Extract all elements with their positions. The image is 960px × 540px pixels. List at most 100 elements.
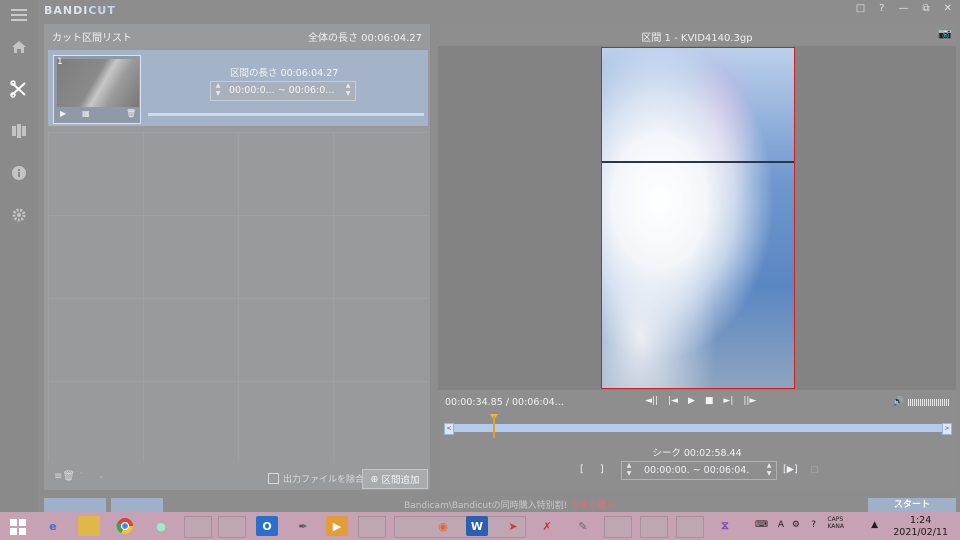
segment-thumbnail[interactable]: 1 ▶ ▦ 🗑	[53, 55, 141, 124]
next-segment-icon[interactable]: ||►	[743, 396, 756, 406]
promo-notice[interactable]: Bandicam\Bandicutの同時購入特別割! 今すぐ購入	[404, 498, 615, 511]
segment-index: 1	[57, 57, 63, 67]
set-end-icon[interactable]: ]	[600, 464, 604, 475]
segment-range-text: 00:00:0... ~ 00:06:0...	[229, 85, 335, 96]
firefox-icon[interactable]: ◉	[432, 516, 454, 536]
title-bar: BANDICUT □ ? — ⧉ ✕	[38, 0, 960, 22]
photos-icon[interactable]	[358, 516, 386, 538]
playback-row: 00:00:34.85 / 00:06:04... ◄|| |◄ ▶ ■ ►| …	[438, 394, 956, 410]
clock-date: 2021/02/11	[893, 527, 948, 538]
folder-icon[interactable]: □	[856, 3, 865, 14]
ime-icon[interactable]: ⚙	[792, 520, 800, 530]
play-segment-icon[interactable]: [▶]	[783, 464, 798, 475]
clock[interactable]: 1:24 2021/02/11	[893, 515, 948, 539]
delete-all-icon[interactable]: ≡🗑	[54, 471, 75, 482]
windows-taskbar: e ● O ✒ ▶ ◉ W ➤ ✗ ✎ ⧖ ⌨ A ⚙ ? CAPS KANA ▲…	[0, 512, 960, 540]
cut-icon[interactable]	[9, 79, 29, 99]
chrome-icon[interactable]	[114, 516, 136, 536]
pen-icon[interactable]: ✒	[292, 516, 314, 536]
end-spinner[interactable]: ▲ ▼	[343, 82, 353, 100]
segment-row[interactable]: 1 ▶ ▦ 🗑 区間の長さ 00:06:04.27 ▲ ▼ 00:00:0... …	[48, 50, 428, 126]
checkbox-box[interactable]	[268, 473, 279, 484]
timeline-end-handle[interactable]: >	[942, 423, 952, 435]
total-length: 全体の長さ 00:06:04.27	[308, 33, 422, 44]
paint-icon[interactable]: ●	[150, 516, 172, 536]
play-icon[interactable]: ▶	[688, 396, 695, 406]
file-explorer-icon[interactable]	[78, 516, 100, 536]
timeline-bar[interactable]: < >	[444, 423, 952, 435]
help-tray-icon[interactable]: ?	[811, 520, 816, 530]
image-viewer-icon[interactable]	[640, 516, 668, 538]
move-up-icon[interactable]: ⌃	[78, 471, 85, 480]
clock-time: 1:24	[909, 515, 932, 526]
range-row: [ ] ▲ ▼ 00:00:00. ~ 00:06:04. ▲ ▼ [▶] ▢	[438, 461, 956, 480]
edit-icon[interactable]: ✎	[572, 516, 594, 536]
snipping-tool-icon[interactable]	[184, 516, 212, 538]
settings-icon[interactable]	[9, 205, 29, 225]
plus-circle-icon: ⊕	[370, 473, 379, 485]
info-icon[interactable]	[9, 163, 29, 183]
ime-mode-icon[interactable]: A	[778, 520, 784, 530]
chart-app-icon[interactable]	[676, 516, 704, 538]
notes-icon[interactable]	[218, 516, 246, 538]
exclude-output-label: 出力ファイルを除合	[283, 475, 365, 485]
prev-frame-icon[interactable]: |◄	[668, 396, 678, 406]
stop-icon[interactable]: ■	[705, 396, 714, 406]
start-button[interactable]: スタート	[868, 498, 956, 512]
outlook-icon[interactable]: O	[256, 516, 278, 536]
volume-slider[interactable]	[908, 398, 950, 406]
segment-range-field[interactable]: ▲ ▼ 00:00:0... ~ 00:06:0... ▲ ▼	[210, 81, 356, 101]
timeline-start-handle[interactable]: <	[444, 423, 454, 435]
camera-icon[interactable]: 📷	[938, 27, 952, 40]
home-icon[interactable]	[9, 37, 29, 57]
windows-start-icon[interactable]	[10, 519, 26, 535]
grid-icon[interactable]: ▦	[82, 109, 90, 118]
preview-range-field[interactable]: ▲ ▼ 00:00:00. ~ 00:06:04. ▲ ▼	[621, 461, 777, 480]
restore-icon[interactable]: ⧉	[922, 3, 929, 14]
volume-icon[interactable]: 🔊	[893, 397, 904, 407]
video-frame	[601, 47, 795, 389]
empty-segment-grid	[48, 132, 428, 462]
join-icon[interactable]	[9, 121, 29, 141]
start-spinner[interactable]: ▲ ▼	[213, 82, 223, 100]
cut-list-title: カット区間リスト	[52, 33, 132, 44]
next-frame-icon[interactable]: ►|	[723, 396, 733, 406]
trash-icon[interactable]: 🗑	[126, 109, 136, 118]
arrow-app-icon[interactable]: ➤	[502, 516, 524, 536]
help-icon[interactable]: ?	[879, 3, 884, 14]
sidebar	[0, 0, 38, 512]
seek-label: シーク 00:02:58.44	[652, 448, 742, 459]
close-icon[interactable]: ✕	[944, 3, 952, 14]
stop-segment-icon[interactable]: ▢	[810, 464, 819, 475]
add-segment-button[interactable]: ⊕ 区間追加	[362, 469, 428, 489]
playhead-line[interactable]	[493, 416, 496, 438]
camera-app-icon[interactable]	[604, 516, 632, 538]
minimize-icon[interactable]: —	[898, 3, 908, 14]
cut-list-panel: カット区間リスト 全体の長さ 00:06:04.27 1 ▶ ▦ 🗑 区間の長さ…	[44, 24, 430, 490]
thumbnail-image	[57, 59, 139, 107]
video-preview-area	[438, 46, 956, 390]
hamburger-menu-icon[interactable]	[11, 9, 27, 11]
play-icon[interactable]: ▶	[60, 109, 66, 118]
cut-list-header: カット区間リスト 全体の長さ 00:06:04.27	[44, 24, 430, 46]
tools-icon[interactable]: ✗	[536, 516, 558, 536]
word-icon[interactable]: W	[466, 516, 488, 536]
add-segment-label: 区間追加	[381, 475, 420, 486]
visual-studio-icon[interactable]: ⧖	[714, 516, 736, 536]
range-end-spinner[interactable]: ▲ ▼	[764, 462, 774, 480]
bandicut-window: BANDICUT □ ? — ⧉ ✕ カット区間リスト 全体の長さ 00:06:…	[0, 0, 960, 512]
internet-explorer-icon[interactable]: e	[42, 516, 64, 536]
media-player-icon[interactable]: ▶	[326, 516, 348, 536]
range-start-spinner[interactable]: ▲ ▼	[624, 462, 634, 480]
set-start-icon[interactable]: [	[580, 464, 584, 475]
move-down-icon[interactable]: ⌄	[98, 471, 105, 480]
keyboard-icon[interactable]: ⌨	[755, 520, 768, 530]
prev-segment-icon[interactable]: ◄||	[645, 396, 658, 406]
open-file-button[interactable]	[44, 498, 106, 512]
layout-button[interactable]	[111, 498, 163, 512]
segment-length: 区間の長さ 00:06:04.27	[230, 68, 339, 79]
exclude-output-checkbox[interactable]: 出力ファイルを除合	[268, 472, 364, 485]
preview-title: 区間 1 - KVID4140.3gp	[641, 33, 753, 44]
show-hidden-icons[interactable]: ▲	[871, 520, 878, 530]
preview-range-text: 00:00:00. ~ 00:06:04.	[644, 465, 750, 476]
